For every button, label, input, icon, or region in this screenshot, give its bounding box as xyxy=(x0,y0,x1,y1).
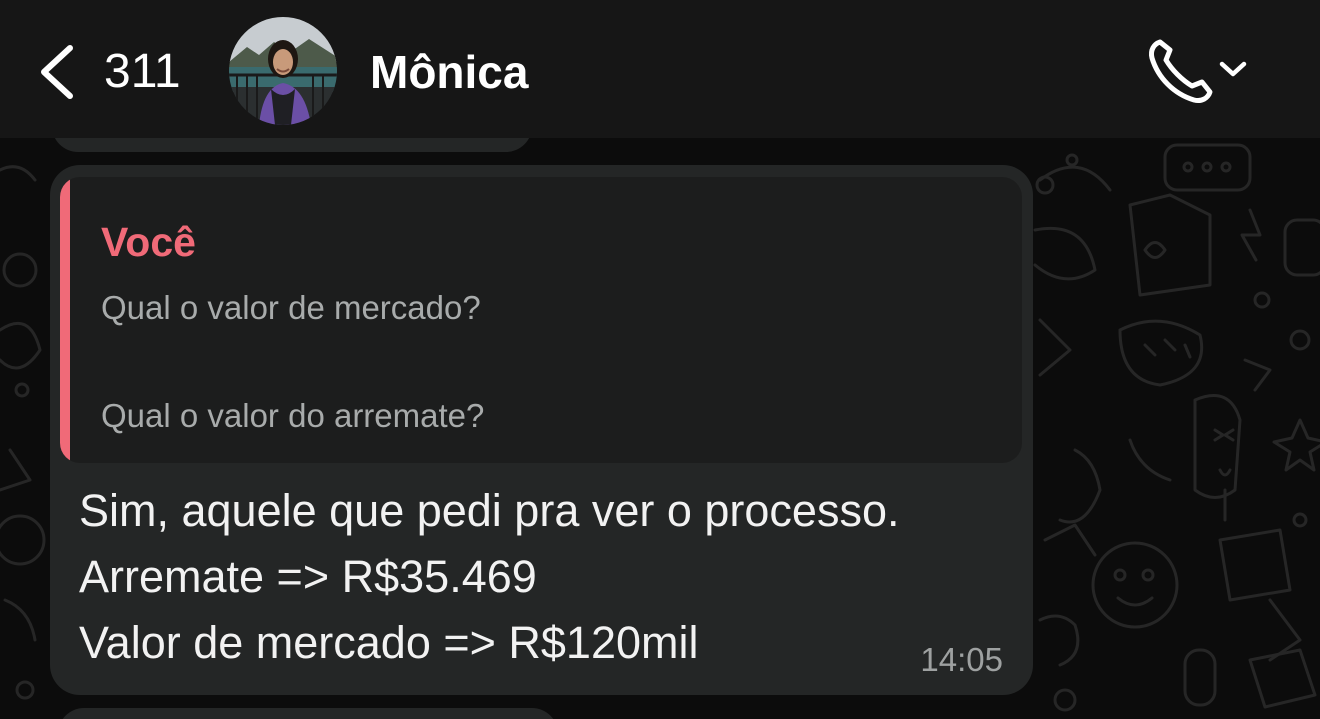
next-message-bubble[interactable] xyxy=(58,708,558,719)
chevron-down-icon xyxy=(1219,61,1247,77)
quote-text-line: Qual o valor do arremate? xyxy=(101,397,485,434)
message-text-line: Valor de mercado => R$120mil xyxy=(79,617,699,668)
quote-text-line: Qual o valor de mercado? xyxy=(101,289,481,326)
phone-icon xyxy=(1149,39,1213,103)
call-button[interactable] xyxy=(1146,36,1256,106)
message-text-line: Arremate => R$35.469 xyxy=(79,551,537,602)
quote-author: Você xyxy=(101,219,196,265)
chat-header: 311 Mônica xyxy=(0,0,1320,138)
chevron-left-icon[interactable] xyxy=(36,42,80,102)
quote-accent-bar xyxy=(60,177,70,463)
message-text-line: Sim, aquele que pedi pra ver o processo. xyxy=(79,485,900,536)
message-timestamp: 14:05 xyxy=(920,641,1003,678)
avatar[interactable] xyxy=(229,17,337,125)
quoted-message[interactable]: Você Qual o valor de mercado? Qual o val… xyxy=(60,177,1022,463)
chat-screen: 311 Mônica Você Qual o valor de mercado?… xyxy=(0,0,1320,719)
contact-name[interactable]: Mônica xyxy=(370,46,528,98)
message-bubble[interactable]: Você Qual o valor de mercado? Qual o val… xyxy=(50,165,1033,695)
unread-count[interactable]: 311 xyxy=(104,46,181,98)
